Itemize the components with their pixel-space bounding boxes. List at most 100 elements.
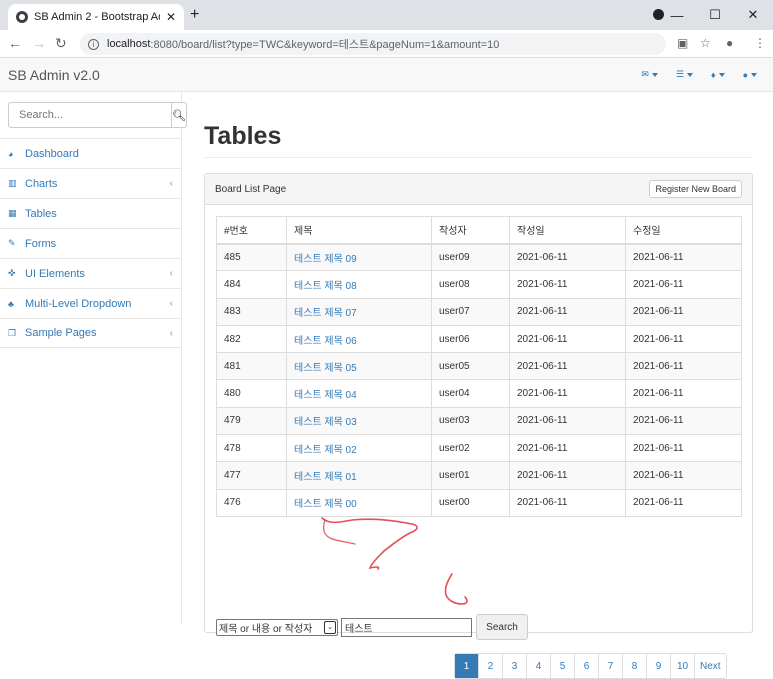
table-cell: user07 [431, 297, 510, 326]
user-dropdown[interactable]: ● [743, 69, 757, 80]
chevron-left-icon: ‹ [169, 298, 173, 309]
title-divider [204, 157, 753, 158]
table-cell: 2021-06-11 [509, 324, 626, 354]
caret-down-icon [686, 72, 693, 77]
minimize-icon[interactable]: — [658, 8, 696, 23]
url-input[interactable]: i localhost :8080/board/list?type=TWC&ke… [80, 33, 666, 55]
page-title: Tables [204, 122, 282, 150]
translate-icon[interactable]: ▣ [677, 36, 688, 50]
sidebar-item-ui-elements[interactable]: ✜ UI Elements ‹ [0, 258, 181, 288]
maximize-icon[interactable]: ☐ [696, 7, 734, 23]
table-cell: 2021-06-11 [625, 461, 742, 490]
board-title-link[interactable]: 테스트 제목 06 [286, 324, 432, 354]
board-title-link[interactable]: 테스트 제목 02 [286, 434, 432, 463]
table-row: 483 테스트 제목 07 user07 2021-06-11 2021-06-11 [216, 297, 742, 326]
board-title-link[interactable]: 테스트 제목 04 [286, 379, 432, 408]
board-title-link[interactable]: 테스트 제목 07 [286, 297, 432, 326]
page-button-9[interactable]: 9 [647, 654, 671, 678]
browser-tab[interactable]: SB Admin 2 - Bootstrap Admin ✕ [8, 4, 184, 30]
chevron-down-icon: ⌄ [324, 620, 336, 634]
table-cell: user08 [431, 270, 510, 299]
board-title-link[interactable]: 테스트 제목 09 [286, 242, 432, 272]
page-button-8[interactable]: 8 [623, 654, 647, 678]
sidebar-item-sample-pages[interactable]: ❐ Sample Pages ‹ [0, 318, 181, 348]
board-title-link[interactable]: 테스트 제목 01 [286, 461, 432, 490]
account-icon[interactable]: ● [726, 36, 733, 50]
table-cell: 2021-06-11 [625, 406, 742, 436]
menu-kebab-icon[interactable]: ⋮ [754, 36, 766, 50]
table-cell: 479 [216, 406, 287, 436]
table-cell: 484 [216, 270, 287, 299]
table-cell: 2021-06-11 [625, 379, 742, 408]
sidebar-search: 🔍︎ [8, 102, 187, 128]
url-host: localhost [107, 38, 151, 50]
table-row: 478 테스트 제목 02 user02 2021-06-11 2021-06-11 [216, 434, 742, 463]
next-page-button[interactable]: Next [695, 654, 726, 678]
page-button-7[interactable]: 7 [599, 654, 623, 678]
search-type-select[interactable]: 제목 or 내용 or 작성자 ⌄ [216, 618, 338, 636]
search-button[interactable]: Search [476, 614, 528, 640]
page-button-2[interactable]: 2 [479, 654, 503, 678]
board-title-link[interactable]: 테스트 제목 08 [286, 270, 432, 299]
site-info-icon[interactable]: i [88, 38, 99, 50]
search-type-value: 제목 or 내용 or 작성자 [219, 623, 313, 635]
page-button-10[interactable]: 10 [671, 654, 695, 678]
sidebar-item-forms[interactable]: ✎ Forms [0, 228, 181, 258]
page-button-4[interactable]: 4 [527, 654, 551, 678]
sidebar-item-charts[interactable]: ▥ Charts ‹ [0, 168, 181, 198]
board-title-link[interactable]: 테스트 제목 00 [286, 488, 432, 517]
board-title-link[interactable]: 테스트 제목 05 [286, 352, 432, 381]
table-cell: 2021-06-11 [509, 297, 626, 326]
table-cell: 478 [216, 434, 287, 463]
table-cell: 481 [216, 352, 287, 381]
page-button-5[interactable]: 5 [551, 654, 575, 678]
table-cell: 476 [216, 488, 287, 517]
tab-close-icon[interactable]: ✕ [166, 10, 176, 24]
board-title-link[interactable]: 테스트 제목 03 [286, 406, 432, 436]
back-icon[interactable]: ← [8, 35, 22, 51]
sitemap-icon: ♣ [8, 298, 14, 309]
close-window-icon[interactable]: ✕ [734, 7, 772, 23]
new-tab-button[interactable]: + [190, 6, 199, 24]
sidebar: 🔍︎ ◕ Dashboard ▥ Charts ‹ ▦ Tables ✎ For… [0, 92, 187, 624]
sidebar-search-button[interactable]: 🔍︎ [172, 102, 187, 128]
top-navbar: SB Admin v2.0 ✉ ☰ ♦ ● [0, 58, 773, 92]
bookmark-star-icon[interactable]: ☆ [700, 36, 711, 50]
page-button-6[interactable]: 6 [575, 654, 599, 678]
site-favicon-icon [16, 11, 28, 23]
keyword-input[interactable]: 테스트 [341, 617, 472, 637]
reload-icon[interactable]: ↻ [55, 35, 67, 52]
page-button-3[interactable]: 3 [503, 654, 527, 678]
tasks-dropdown[interactable]: ☰ [676, 69, 693, 80]
page-button-1[interactable]: 1 [455, 654, 479, 678]
forward-icon[interactable]: → [32, 35, 46, 51]
sidebar-item-multi-level[interactable]: ♣ Multi-Level Dropdown ‹ [0, 288, 181, 318]
user-icon: ● [742, 69, 748, 80]
messages-dropdown[interactable]: ✉ [641, 69, 658, 80]
sidebar-item-label: Multi-Level Dropdown [25, 297, 132, 310]
pagination: 1 2 3 4 5 6 7 8 9 10 Next [454, 653, 727, 679]
alerts-dropdown[interactable]: ♦ [711, 69, 725, 80]
column-header: 작성자 [431, 216, 510, 245]
panel-heading: Board List Page Register New Board [205, 174, 752, 205]
url-path: :8080/board/list?type=TWC&keyword=테스트&pa… [150, 39, 500, 51]
chevron-left-icon: ‹ [169, 327, 173, 339]
table-cell: 2021-06-11 [625, 297, 742, 326]
sidebar-item-tables[interactable]: ▦ Tables [0, 198, 181, 228]
window-controls: — ☐ ✕ [658, 0, 772, 30]
sidebar-item-label: Forms [25, 237, 57, 250]
column-header: 제목 [286, 216, 432, 245]
table-cell: 2021-06-11 [509, 352, 626, 381]
register-new-board-button[interactable]: Register New Board [649, 180, 742, 198]
table-cell: 2021-06-11 [625, 270, 742, 299]
panel-title: Board List Page [215, 183, 287, 195]
table-cell: 477 [216, 461, 287, 490]
brand-title[interactable]: SB Admin v2.0 [8, 67, 100, 83]
board-panel: Board List Page Register New Board #번호 제… [204, 173, 753, 679]
sidebar-item-dashboard[interactable]: ◕ Dashboard [0, 138, 181, 168]
table-cell: user04 [431, 379, 510, 408]
browser-tab-bar: SB Admin 2 - Bootstrap Admin ✕ + — ☐ ✕ [0, 0, 773, 30]
table-row: 479 테스트 제목 03 user03 2021-06-11 2021-06-11 [216, 406, 742, 436]
table-row: 482 테스트 제목 06 user06 2021-06-11 2021-06-11 [216, 324, 742, 354]
sidebar-search-input[interactable] [8, 102, 172, 128]
